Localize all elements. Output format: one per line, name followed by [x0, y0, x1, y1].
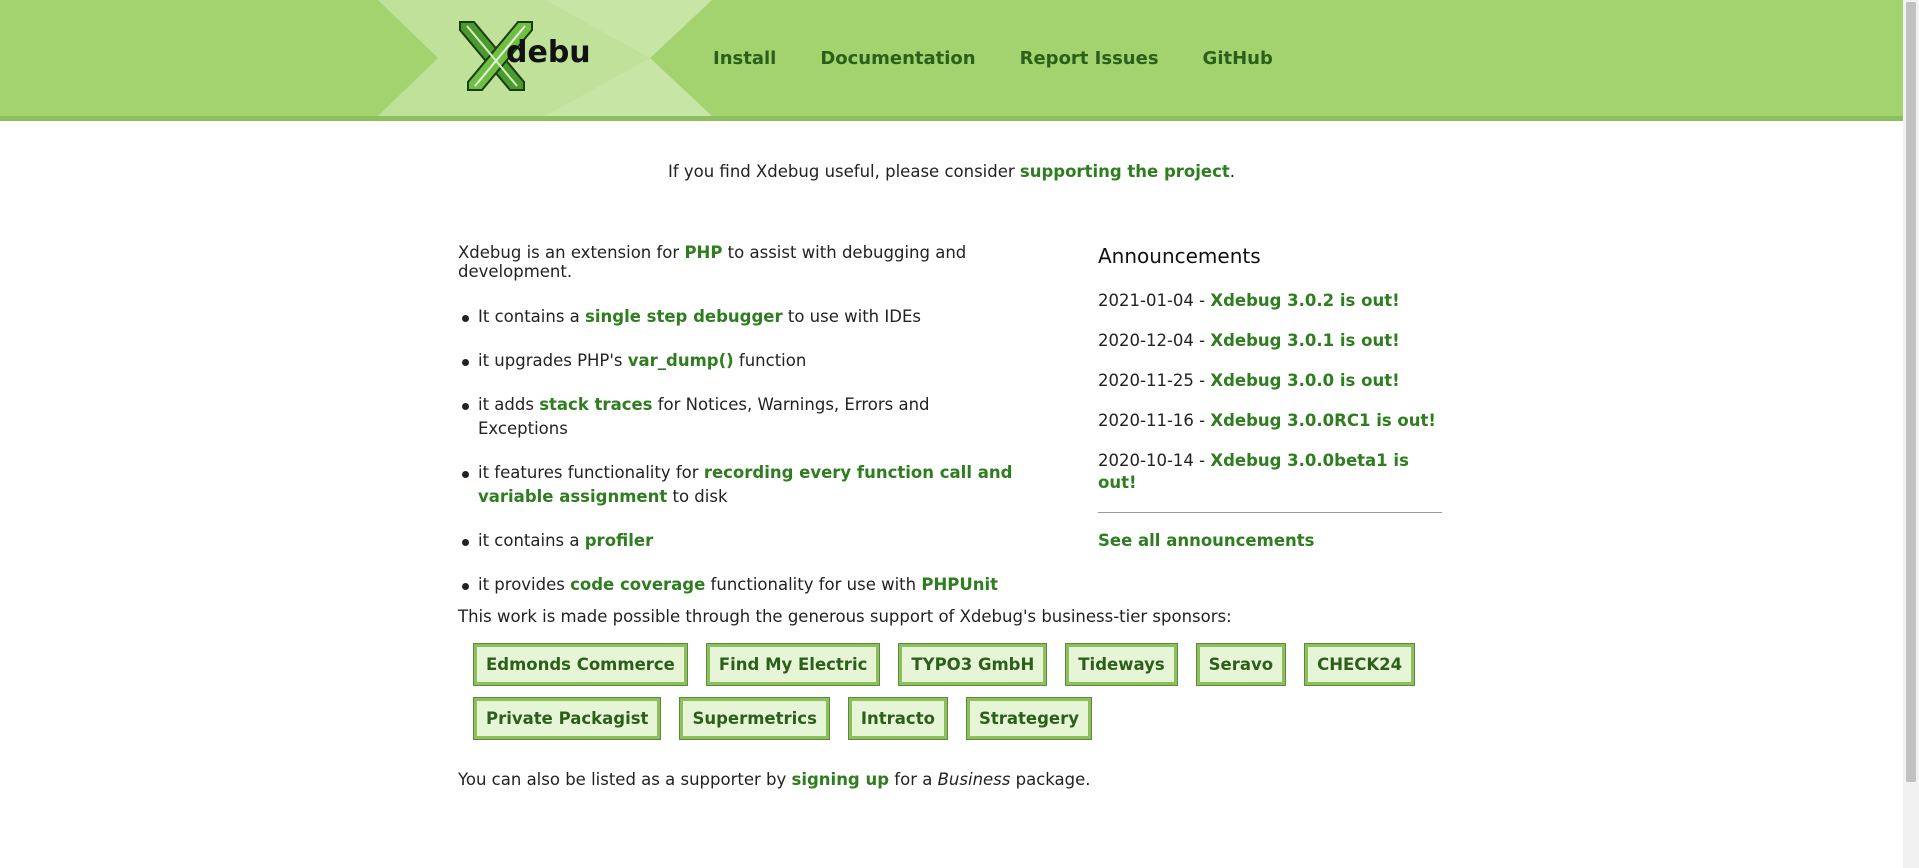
announcements-title: Announcements: [1098, 244, 1261, 268]
feature-text: it upgrades PHP's: [478, 351, 628, 370]
feature-item-stack-traces: it adds stack traces for Notices, Warnin…: [462, 393, 1018, 441]
business-package-label: Business: [937, 770, 1011, 789]
announcement-item: 2020-10-14 - Xdebug 3.0.0beta1 is out!: [1098, 450, 1442, 494]
nav-github[interactable]: GitHub: [1203, 48, 1273, 69]
feature-item-tracing: it features functionality for recording …: [462, 461, 1018, 509]
announcement-link[interactable]: Xdebug 3.0.1 is out!: [1210, 331, 1399, 350]
sponsor-row: Edmonds Commerce Find My Electric TYPO3 …: [473, 643, 1416, 686]
php-link[interactable]: PHP: [684, 243, 722, 262]
xdebug-logo-icon: debug: [459, 21, 612, 91]
announcement-date: 2020-11-16 -: [1098, 411, 1211, 430]
feature-text: it provides: [478, 575, 571, 594]
intro-before: Xdebug is an extension for: [458, 243, 685, 262]
scrollbar-thumb[interactable]: [1906, 2, 1916, 782]
signup-text: for a: [889, 770, 938, 789]
feature-item-profiler: it contains a profiler: [462, 529, 1018, 553]
announcement-link[interactable]: Xdebug 3.0.0 is out!: [1210, 371, 1399, 390]
announcements-section: Announcements 2021-01-04 - Xdebug 3.0.2 …: [1098, 244, 1442, 550]
sponsor-strategery[interactable]: Strategery: [965, 697, 1092, 740]
sponsor-find-my-electric[interactable]: Find My Electric: [705, 643, 881, 686]
announcement-date: 2020-10-14 -: [1098, 451, 1211, 470]
sponsor-intracto[interactable]: Intracto: [847, 697, 948, 740]
announcement-link[interactable]: Xdebug 3.0.0RC1 is out!: [1210, 411, 1436, 430]
announcement-item: 2020-11-25 - Xdebug 3.0.0 is out!: [1098, 370, 1442, 392]
signup-text: You can also be listed as a supporter by: [458, 770, 792, 789]
announcement-date: 2021-01-04 -: [1098, 291, 1211, 310]
sponsor-typo3[interactable]: TYPO3 GmbH: [898, 643, 1048, 686]
support-notice: If you find Xdebug useful, please consid…: [0, 162, 1903, 181]
see-all-announcements-link[interactable]: See all announcements: [1098, 531, 1314, 550]
sponsor-supermetrics[interactable]: Supermetrics: [679, 697, 830, 740]
sponsor-seravo[interactable]: Seravo: [1195, 643, 1287, 686]
nav-documentation[interactable]: Documentation: [820, 48, 975, 69]
feature-text: functionality for use with: [705, 575, 922, 594]
announcement-item: 2020-11-16 - Xdebug 3.0.0RC1 is out!: [1098, 410, 1442, 432]
signup-text: package.: [1010, 770, 1091, 789]
site-header: debug Install Documentation Report Issue…: [0, 0, 1903, 121]
sponsor-private-packagist[interactable]: Private Packagist: [472, 697, 662, 740]
announcement-item: 2020-12-04 - Xdebug 3.0.1 is out!: [1098, 330, 1442, 352]
profiler-link[interactable]: profiler: [585, 531, 654, 550]
single-step-debugger-link[interactable]: single step debugger: [585, 307, 783, 326]
announcement-date: 2020-11-25 -: [1098, 371, 1211, 390]
sponsor-check24[interactable]: CHECK24: [1304, 643, 1416, 686]
phpunit-link[interactable]: PHPUnit: [921, 575, 998, 594]
announcement-item: 2021-01-04 - Xdebug 3.0.2 is out!: [1098, 290, 1442, 312]
feature-list: It contains a single step debugger to us…: [458, 305, 1018, 597]
code-coverage-link[interactable]: code coverage: [570, 575, 705, 594]
announcement-link[interactable]: Xdebug 3.0.2 is out!: [1210, 291, 1399, 310]
sponsor-edmonds-commerce[interactable]: Edmonds Commerce: [473, 643, 688, 686]
supporting-project-link[interactable]: supporting the project: [1020, 162, 1230, 181]
feature-text: It contains a: [478, 307, 586, 326]
support-text: If you find Xdebug useful, please consid…: [667, 162, 1020, 181]
support-period: .: [1229, 162, 1236, 181]
feature-item-debugger: It contains a single step debugger to us…: [462, 305, 1018, 329]
stack-traces-link[interactable]: stack traces: [539, 395, 652, 414]
logo-text: debug: [506, 35, 590, 70]
sponsor-row: Private Packagist Supermetrics Intracto …: [472, 697, 1092, 740]
feature-item-var-dump: it upgrades PHP's var_dump() function: [462, 349, 1018, 373]
intro-text: Xdebug is an extension for PHP to assist…: [458, 243, 1018, 281]
feature-text: to use with IDEs: [782, 307, 921, 326]
feature-text: function: [733, 351, 807, 370]
feature-text: it features functionality for: [478, 463, 704, 482]
signup-notice: You can also be listed as a supporter by…: [458, 770, 1091, 789]
sponsor-tideways[interactable]: Tideways: [1065, 643, 1178, 686]
feature-item-code-coverage: it provides code coverage functionality …: [462, 573, 1018, 597]
nav-report-issues[interactable]: Report Issues: [1020, 48, 1159, 69]
feature-text: it contains a: [478, 531, 585, 550]
signing-up-link[interactable]: signing up: [792, 770, 890, 789]
feature-text: it adds: [478, 395, 540, 414]
intro-section: Xdebug is an extension for PHP to assist…: [458, 243, 1018, 617]
var-dump-link[interactable]: var_dump(): [628, 351, 734, 370]
announcements-divider: [1098, 512, 1442, 513]
feature-text: to disk: [667, 487, 728, 506]
xdebug-logo[interactable]: debug: [458, 20, 612, 92]
nav-install[interactable]: Install: [713, 48, 776, 69]
sponsors-intro: This work is made possible through the g…: [458, 607, 1232, 626]
announcement-date: 2020-12-04 -: [1098, 331, 1211, 350]
vertical-scrollbar[interactable]: [1903, 0, 1919, 868]
main-nav: Install Documentation Report Issues GitH…: [713, 0, 1273, 116]
